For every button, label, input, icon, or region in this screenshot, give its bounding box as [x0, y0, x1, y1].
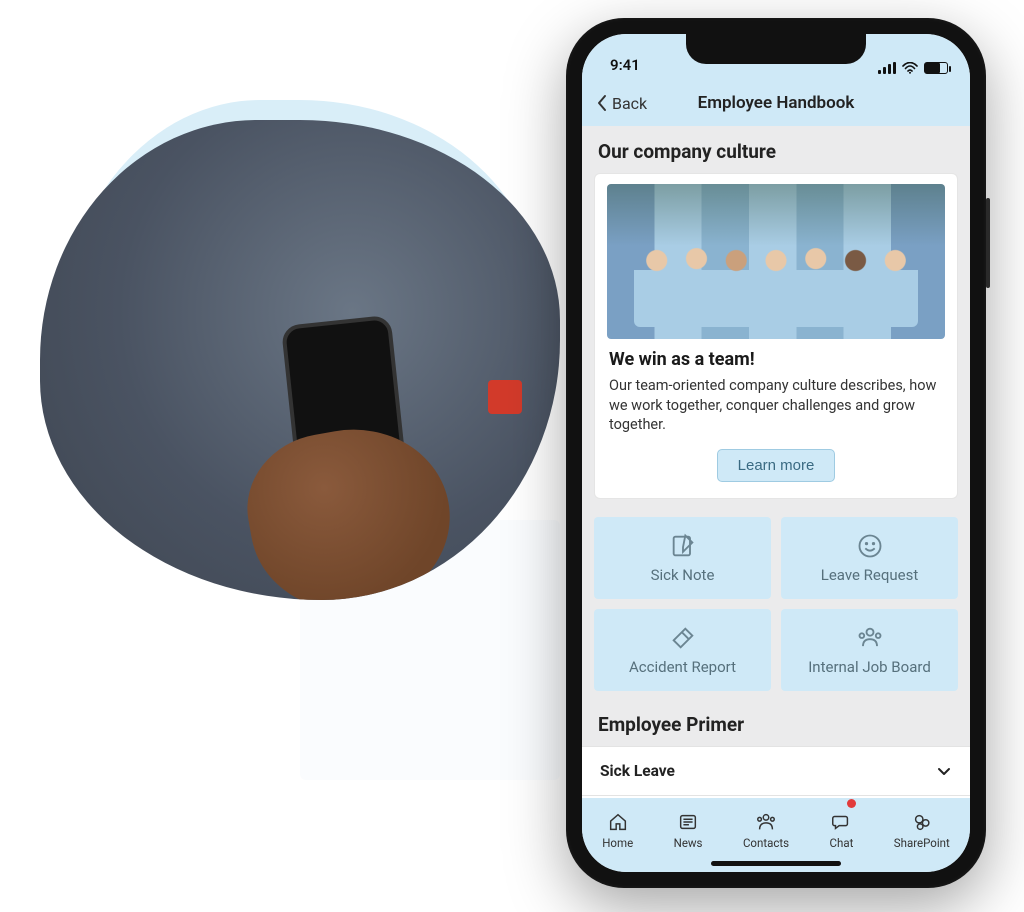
tile-accident-report[interactable]: Accident Report — [594, 609, 771, 691]
culture-card-text: Our team-oriented company culture descri… — [609, 376, 943, 435]
status-time: 9:41 — [610, 56, 640, 74]
culture-card-image — [607, 184, 945, 339]
back-label: Back — [612, 94, 647, 113]
culture-card-heading: We win as a team! — [609, 349, 943, 370]
primer-accordion: Sick Leave Leave Regulation — [582, 746, 970, 798]
home-indicator[interactable] — [711, 861, 841, 866]
tab-label: Home — [602, 836, 633, 850]
ticket-icon — [669, 624, 697, 652]
tab-label: Chat — [830, 836, 854, 850]
tab-bar: Home News Contacts Chat SharePoint — [582, 798, 970, 872]
chevron-down-icon — [936, 763, 952, 779]
quick-tiles: Sick Note Leave Request Accident Report … — [582, 513, 970, 707]
tile-sick-note[interactable]: Sick Note — [594, 517, 771, 599]
tab-label: SharePoint — [894, 836, 950, 850]
back-button[interactable]: Back — [596, 94, 647, 113]
phone-frame: 9:41 Back Employee Handbook Our company … — [566, 18, 986, 888]
nav-header: Back Employee Handbook — [582, 80, 970, 126]
worker-photo — [40, 120, 560, 600]
culture-card: We win as a team! Our team-oriented comp… — [594, 173, 958, 499]
sharepoint-icon — [911, 811, 933, 833]
news-icon — [677, 811, 699, 833]
notification-dot-icon — [847, 799, 856, 808]
section-culture-title: Our company culture — [582, 126, 970, 173]
tab-sharepoint[interactable]: SharePoint — [894, 811, 950, 850]
tile-label: Accident Report — [629, 658, 736, 676]
note-pencil-icon — [669, 532, 697, 560]
contacts-icon — [755, 811, 777, 833]
phone-screen: 9:41 Back Employee Handbook Our company … — [582, 34, 970, 872]
phone-notch — [686, 34, 866, 64]
accordion-label: Sick Leave — [600, 762, 675, 780]
battery-icon — [924, 62, 948, 74]
cellular-signal-icon — [878, 62, 896, 74]
home-icon — [607, 811, 629, 833]
tab-contacts[interactable]: Contacts — [743, 811, 789, 850]
tile-label: Internal Job Board — [808, 658, 931, 676]
section-primer-title: Employee Primer — [582, 707, 970, 746]
tab-label: News — [674, 836, 703, 850]
wifi-icon — [902, 62, 918, 74]
tile-job-board[interactable]: Internal Job Board — [781, 609, 958, 691]
tile-leave-request[interactable]: Leave Request — [781, 517, 958, 599]
tab-label: Contacts — [743, 836, 789, 850]
content-area[interactable]: Our company culture We win as a team! Ou… — [582, 126, 970, 798]
tile-label: Leave Request — [821, 566, 919, 584]
smile-icon — [856, 532, 884, 560]
tab-chat[interactable]: Chat — [830, 811, 854, 850]
tab-news[interactable]: News — [674, 811, 703, 850]
tab-home[interactable]: Home — [602, 811, 633, 850]
chat-icon — [830, 811, 852, 833]
people-group-icon — [856, 624, 884, 652]
accordion-sick-leave[interactable]: Sick Leave — [582, 747, 970, 796]
tile-label: Sick Note — [651, 566, 715, 584]
learn-more-button[interactable]: Learn more — [717, 449, 836, 482]
chevron-left-icon — [596, 94, 608, 112]
